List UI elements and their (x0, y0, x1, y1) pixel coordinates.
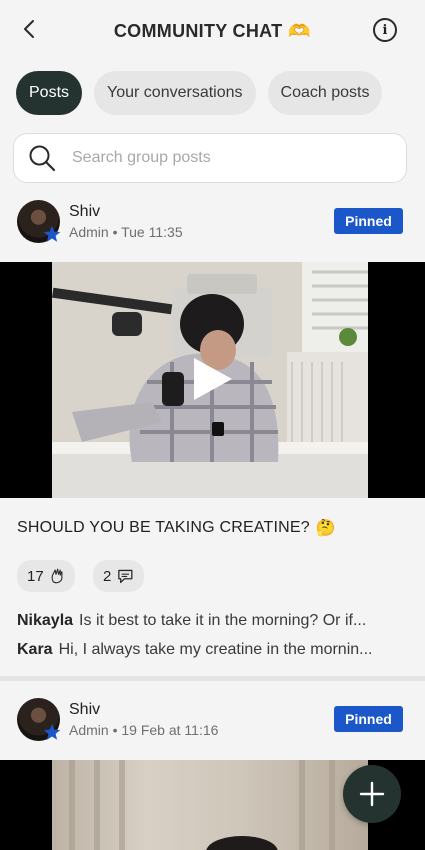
avatar[interactable] (17, 698, 61, 741)
video-scene (69, 760, 335, 850)
avatar[interactable] (17, 200, 61, 243)
post-meta: Admin • Tue 11:35 (69, 224, 183, 240)
comment-text: Is it best to take it in the morning? Or… (79, 612, 367, 629)
top-bar: COMMUNITY CHAT 🫶 i (0, 0, 425, 62)
back-button[interactable] (18, 18, 40, 40)
post-title[interactable]: SHOULD YOU BE TAKING CREATINE? 🤔 (17, 518, 336, 538)
tab-posts[interactable]: Posts (16, 71, 83, 115)
video-frame (52, 760, 368, 850)
comment-count: 2 (103, 567, 112, 585)
post-header[interactable]: Shiv Admin • 19 Feb at 11:16 Pinned (0, 698, 425, 758)
page-title-text: COMMUNITY CHAT (113, 20, 283, 41)
info-button[interactable]: i (373, 18, 397, 42)
search-placeholder: Search group posts (72, 149, 211, 166)
chevron-left-icon (24, 20, 34, 38)
create-post-button[interactable] (343, 765, 401, 823)
video-thumbnail[interactable] (0, 262, 425, 498)
comment-text: Hi, I always take my creatine in the mor… (58, 641, 373, 658)
play-icon[interactable] (188, 356, 234, 402)
comment-bubble-icon (118, 569, 133, 584)
search-icon (29, 145, 56, 172)
filter-tabs: Posts Your conversations Coach posts (16, 71, 425, 115)
pinned-badge: Pinned (334, 706, 403, 732)
commenter-name: Kara (17, 641, 53, 658)
star-badge-icon (43, 724, 61, 740)
comments-button[interactable]: 2 (93, 560, 144, 592)
author-name[interactable]: Shiv (69, 203, 100, 221)
author-name[interactable]: Shiv (69, 701, 100, 719)
reaction-count: 17 (27, 567, 44, 585)
post-header[interactable]: Shiv Admin • Tue 11:35 Pinned (0, 200, 425, 260)
pinned-badge: Pinned (334, 208, 403, 234)
post-meta: Admin • 19 Feb at 11:16 (69, 722, 219, 738)
commenter-name: Nikayla (17, 612, 74, 629)
plus-icon (359, 781, 385, 807)
info-icon: i (382, 22, 388, 38)
post-title-text: SHOULD YOU BE TAKING CREATINE? (17, 519, 310, 536)
post-divider (0, 676, 425, 681)
page-title: COMMUNITY CHAT 🫶 (114, 21, 311, 42)
thinking-face-emoji: 🤔 (315, 520, 337, 537)
heart-hands-emoji: 🫶 (288, 20, 312, 41)
star-badge-icon (43, 226, 61, 242)
comment-preview[interactable]: Nikayla Is it best to take it in the morn… (17, 612, 407, 630)
reaction-button[interactable]: 17 (17, 560, 75, 592)
clapping-hands-icon (51, 568, 63, 584)
comment-preview[interactable]: Kara Hi, I always take my creatine in the… (17, 641, 407, 659)
tab-your-conversations[interactable]: Your conversations (94, 71, 256, 115)
search-input[interactable]: Search group posts (13, 133, 407, 183)
tab-coach-posts[interactable]: Coach posts (267, 71, 383, 115)
